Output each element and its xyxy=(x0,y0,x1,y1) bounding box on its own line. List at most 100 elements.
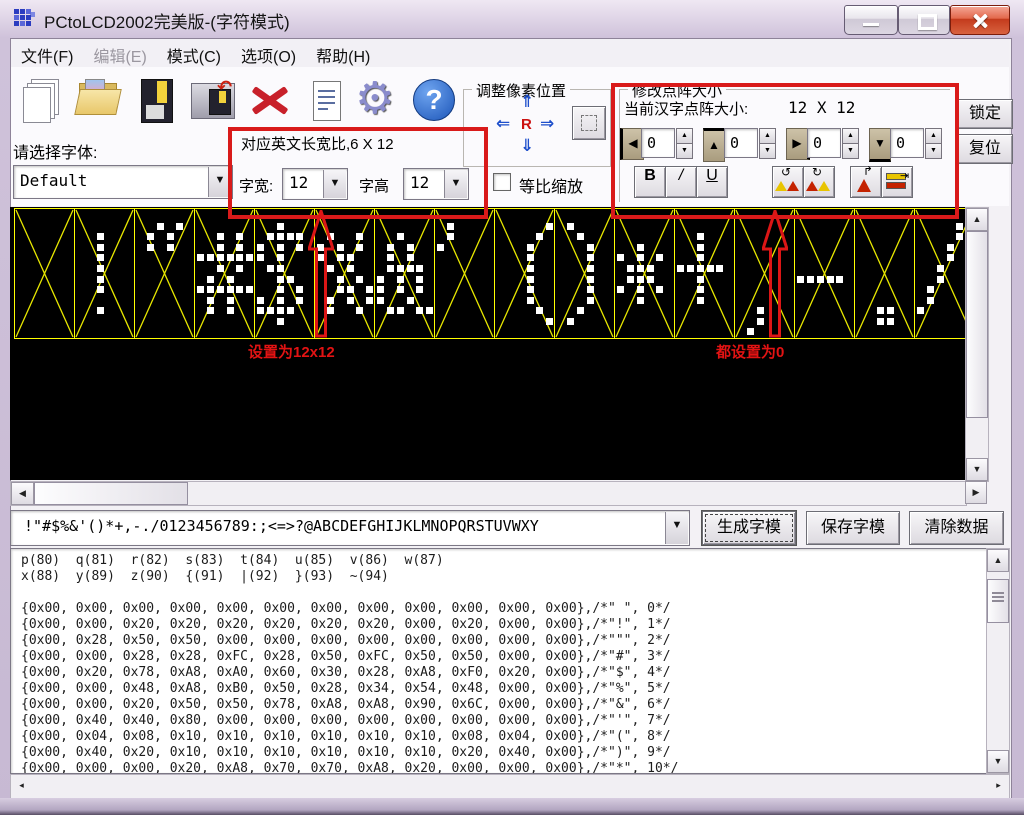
settings-button[interactable]: ⚙ xyxy=(355,75,403,127)
char-string-combo-arrow-icon[interactable]: ▼ xyxy=(665,512,688,544)
spinner-right-value[interactable]: 0 xyxy=(807,128,841,158)
char-width-combobox[interactable]: 12 ▼ xyxy=(282,168,348,200)
move-left-icon[interactable]: ⇐ xyxy=(496,114,510,134)
font-combo-arrow-icon[interactable]: ▼ xyxy=(208,167,231,197)
pixel-dot xyxy=(587,276,594,283)
canvas-horizontal-scrollbar[interactable]: ◀ xyxy=(10,481,967,506)
output-horizontal-scrollbar[interactable]: ◂ ▸ xyxy=(10,774,1010,799)
char-cell-14[interactable] xyxy=(854,208,915,339)
canvas-vscroll-thumb[interactable] xyxy=(966,231,988,418)
char-cell-0[interactable] xyxy=(14,208,75,339)
pixel-dot xyxy=(387,307,394,314)
pixel-dot xyxy=(287,276,294,283)
spin-down-icon[interactable]: ▼ xyxy=(842,143,859,159)
flip-vertical-button[interactable]: ↱ xyxy=(850,166,882,198)
move-right-icon[interactable]: ⇒ xyxy=(540,114,554,134)
save-font-button[interactable]: 保存字模 xyxy=(806,511,900,545)
scale-checkbox[interactable] xyxy=(493,173,511,191)
italic-button[interactable]: / xyxy=(665,166,697,198)
char-height-combo-arrow-icon[interactable]: ▼ xyxy=(444,170,467,198)
reset-button[interactable]: 复位 xyxy=(957,134,1013,164)
char-cell-15[interactable] xyxy=(914,208,965,339)
spinner-bottom-value[interactable]: 0 xyxy=(890,128,924,158)
spin-down-icon[interactable]: ▼ xyxy=(676,143,693,159)
spin-up-icon[interactable]: ▲ xyxy=(759,128,776,144)
scroll-down-icon[interactable]: ▼ xyxy=(966,458,988,481)
spinner-left-value[interactable]: 0 xyxy=(641,128,675,158)
move-up-icon[interactable]: ⇑ xyxy=(520,92,534,112)
save-button[interactable] xyxy=(133,75,181,127)
char-cell-4[interactable] xyxy=(254,208,315,339)
rotate-right-button[interactable]: ↻ xyxy=(803,166,835,198)
title-bar[interactable]: PCtoLCD2002完美版-(字符模式) xyxy=(0,0,1024,38)
scroll-left-icon[interactable]: ◀ xyxy=(11,482,34,505)
spin-down-icon[interactable]: ▼ xyxy=(925,143,942,159)
char-cell-10[interactable] xyxy=(614,208,675,339)
canvas-hscroll-thumb[interactable] xyxy=(34,482,188,505)
delete-button[interactable] xyxy=(247,75,295,127)
save-as-button[interactable]: ↶ xyxy=(189,75,237,127)
output-line-10: {0x00, 0x40, 0x40, 0x80, 0x00, 0x00, 0x0… xyxy=(11,713,987,729)
char-cell-11[interactable] xyxy=(674,208,735,339)
maximize-button[interactable] xyxy=(898,5,950,35)
lock-button[interactable]: 锁定 xyxy=(957,99,1013,129)
pixel-dot xyxy=(836,276,843,283)
spin-up-icon[interactable]: ▲ xyxy=(842,128,859,144)
pixel-dot xyxy=(277,254,284,261)
char-cell-13[interactable] xyxy=(794,208,855,339)
spinner-bottom-buttons[interactable]: ▲▼ xyxy=(925,128,941,158)
font-select-combobox[interactable]: Default ▼ xyxy=(13,165,233,199)
minimize-button[interactable] xyxy=(844,5,898,35)
char-string-combobox[interactable]: !"#$%&'()*+,-./0123456789:;<=>?@ABCDEFGH… xyxy=(10,510,690,546)
output-vscroll-thumb[interactable] xyxy=(987,579,1009,623)
char-cell-3[interactable] xyxy=(194,208,255,339)
char-cell-6[interactable] xyxy=(374,208,435,339)
output-vertical-scrollbar[interactable]: ▲ ▼ xyxy=(986,548,1010,774)
char-cell-8[interactable] xyxy=(494,208,555,339)
lcd-preview-canvas[interactable]: 设置为12x12 都设置为0 xyxy=(10,207,965,480)
pixel-dot xyxy=(587,297,594,304)
center-preview-button[interactable] xyxy=(572,106,606,140)
flip-horizontal-button[interactable]: ⇥ xyxy=(881,166,913,198)
clear-data-button[interactable]: 清除数据 xyxy=(909,511,1004,545)
spinner-top-value[interactable]: 0 xyxy=(724,128,758,158)
new-file-button[interactable] xyxy=(21,75,69,127)
output-textarea[interactable]: p(80) q(81) r(82) s(83) t(84) u(85) v(86… xyxy=(10,548,988,774)
shrink-top-icon[interactable]: ▲ xyxy=(703,128,725,162)
reset-position-button[interactable]: R xyxy=(521,116,532,133)
scroll-up-icon[interactable]: ▲ xyxy=(966,208,988,231)
rotate-left-button[interactable]: ↺ xyxy=(772,166,804,198)
output-scroll-down-icon[interactable]: ▼ xyxy=(987,750,1009,773)
spin-down-icon[interactable]: ▼ xyxy=(759,143,776,159)
generate-font-button[interactable]: 生成字模 xyxy=(702,511,796,545)
char-cell-2[interactable] xyxy=(134,208,195,339)
app-window: PCtoLCD2002完美版-(字符模式) 文件(F)编辑(E)模式(C)选项(… xyxy=(0,0,1024,815)
pixel-dot xyxy=(277,265,284,272)
close-button[interactable] xyxy=(950,5,1010,35)
spin-up-icon[interactable]: ▲ xyxy=(676,128,693,144)
spinner-right-buttons[interactable]: ▲▼ xyxy=(842,128,858,158)
char-width-combo-arrow-icon[interactable]: ▼ xyxy=(323,170,346,198)
spin-up-icon[interactable]: ▲ xyxy=(925,128,942,144)
canvas-vertical-scrollbar[interactable]: ▲ ▼ xyxy=(965,207,989,482)
output-scroll-left-icon[interactable]: ◂ xyxy=(11,775,32,796)
output-scroll-up-icon[interactable]: ▲ xyxy=(987,549,1009,572)
help-button[interactable]: ? xyxy=(411,75,459,127)
bold-button[interactable]: B xyxy=(634,166,666,198)
char-height-combobox[interactable]: 12 ▼ xyxy=(403,168,469,200)
shrink-bottom-icon[interactable]: ▼ xyxy=(869,128,891,162)
char-cell-7[interactable] xyxy=(434,208,495,339)
pixel-dot xyxy=(147,233,154,240)
report-button[interactable] xyxy=(303,75,351,127)
output-scroll-right-icon[interactable]: ▸ xyxy=(988,775,1009,796)
scroll-right-icon[interactable]: ▶ xyxy=(965,481,987,504)
move-down-icon[interactable]: ⇓ xyxy=(520,136,534,156)
underline-button[interactable]: U xyxy=(696,166,728,198)
char-cell-1[interactable] xyxy=(74,208,135,339)
spinner-top-buttons[interactable]: ▲▼ xyxy=(759,128,775,158)
window-title: PCtoLCD2002完美版-(字符模式) xyxy=(44,8,290,33)
spinner-left-buttons[interactable]: ▲▼ xyxy=(676,128,692,158)
open-file-button[interactable] xyxy=(75,75,123,127)
pixel-dot xyxy=(747,328,754,335)
char-cell-9[interactable] xyxy=(554,208,615,339)
